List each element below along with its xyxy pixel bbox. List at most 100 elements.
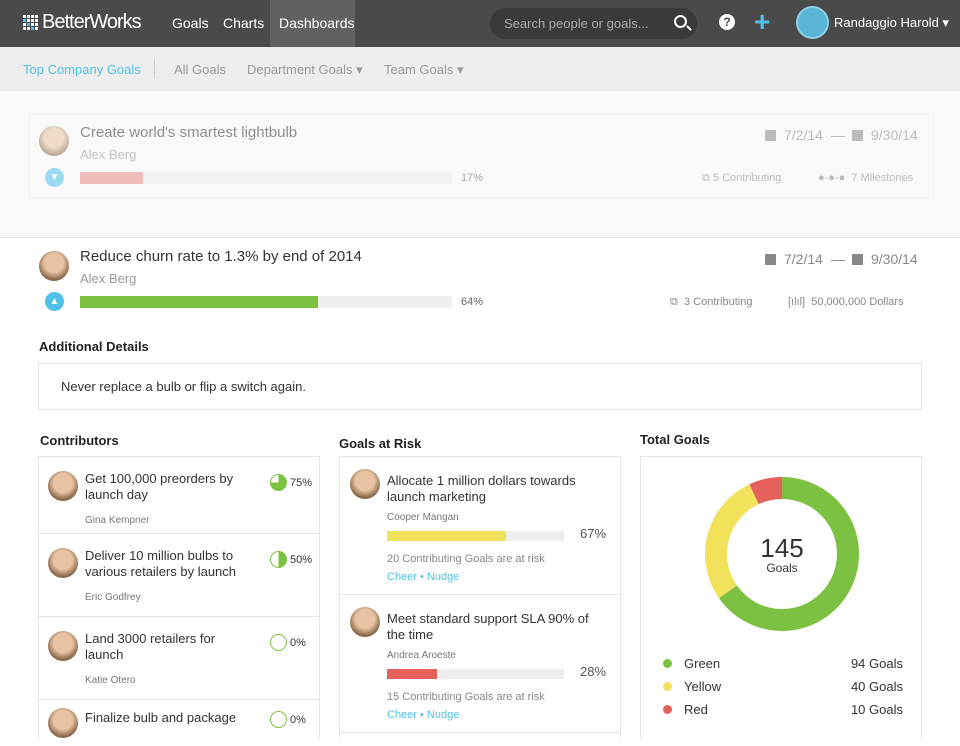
nav-goals[interactable]: Goals [163, 0, 218, 47]
progress-fill [80, 172, 144, 184]
goal-owner[interactable]: Alex Berg [80, 271, 136, 286]
contributor-name[interactable]: Gina Kempner [85, 515, 149, 526]
milestones-icon: ●-●-● [818, 172, 846, 184]
risk-progress: 28% [580, 664, 607, 679]
total-unit: Goals [766, 561, 798, 575]
avatar[interactable] [796, 6, 829, 39]
progress-fill [80, 296, 319, 308]
legend-value: 40 Goals [850, 679, 903, 694]
cheer-nudge-links[interactable]: Cheer • Nudge [387, 571, 459, 583]
risk-owner[interactable]: Andrea Aroeste [387, 650, 456, 661]
date-dash: — [831, 127, 845, 143]
progress-bar [387, 669, 564, 679]
risk-owner[interactable]: Cooper Mangan [387, 512, 459, 523]
contributor-avatar [48, 631, 78, 661]
risk-goal-title[interactable]: Meet standard support SLA 90% of the tim… [387, 611, 597, 643]
calendar-icon [852, 130, 863, 141]
goal-card[interactable]: Create world's smartest lightbulb Alex B… [29, 114, 929, 198]
contributor-progress: 50% [290, 554, 313, 566]
contributors-heading: Contributors [40, 433, 119, 448]
contributor-goal-title[interactable]: Get 100,000 preorders by launch day [85, 471, 245, 503]
risk-heading: Goals at Risk [339, 436, 422, 451]
donut-slice-red [749, 477, 783, 505]
calendar-icon [765, 130, 776, 141]
collapsed-goal-section: Create world's smartest lightbulb Alex B… [0, 91, 960, 238]
legend-item: Yellow 40 Goals [663, 679, 903, 694]
contributor-item[interactable]: Get 100,000 preorders by launch day Gina… [39, 457, 319, 534]
details-text: Never replace a bulb or flip a switch ag… [38, 363, 922, 410]
legend-value: 10 Goals [850, 702, 903, 717]
goal-owner[interactable]: Alex Berg [80, 147, 136, 162]
user-menu[interactable]: Randaggio Harold ▾ [834, 15, 949, 31]
progress-label: 17% [461, 172, 484, 184]
chevron-up-icon[interactable]: ▲ [45, 292, 64, 311]
legend-label: Green [684, 656, 721, 671]
calendar-icon [852, 254, 863, 265]
progress-fill [387, 531, 506, 541]
betterworks-logo[interactable]: BetterWorks [23, 11, 142, 34]
contributing[interactable]: ⧉ 3 Contributing [670, 296, 752, 309]
contributor-avatar [48, 708, 78, 738]
contributor-goal-title[interactable]: Deliver 10 million bulbs to various reta… [85, 548, 245, 580]
owner-avatar [39, 251, 69, 281]
milestones[interactable]: ●-●-● 7 Milestones [818, 172, 913, 184]
legend-label: Yellow [684, 679, 722, 694]
owner-avatar [350, 607, 380, 637]
tab-department-goals[interactable]: Department Goals ▾ [247, 62, 363, 78]
contributors-list: Get 100,000 preorders by launch day Gina… [38, 456, 320, 738]
owner-avatar [350, 469, 380, 499]
contributing[interactable]: ⧉ 5 Contributing [702, 172, 781, 185]
progress-pie-icon [270, 711, 287, 728]
progress-fill [387, 669, 437, 679]
contributor-progress: 0% [290, 714, 306, 726]
details-heading: Additional Details [39, 339, 149, 354]
owner-avatar [39, 126, 69, 156]
progress-pie-icon [270, 634, 287, 651]
contributor-avatar [48, 471, 78, 501]
progress-bar [80, 172, 452, 184]
legend-item: Red 10 Goals [663, 702, 903, 717]
tab-team-goals[interactable]: Team Goals ▾ [384, 62, 464, 78]
nav-charts[interactable]: Charts [214, 0, 273, 47]
sub-navbar: Top Company Goals All Goals Department G… [0, 47, 960, 91]
progress-bar [80, 296, 452, 308]
add-icon[interactable]: + [754, 6, 770, 38]
total-count: 145 [760, 533, 804, 563]
progress-pie-icon [270, 551, 287, 568]
risk-item[interactable]: Allocate 1 million dollars towards launc… [340, 457, 620, 595]
goal-title[interactable]: Reduce churn rate to 1.3% by end of 2014 [80, 248, 362, 265]
contributor-name[interactable]: Katie Otero [85, 675, 136, 686]
legend-dot-icon [663, 682, 672, 691]
nav-dashboards[interactable]: Dashboards [270, 0, 355, 47]
top-navbar: BetterWorks Goals Charts Dashboards Sear… [0, 0, 960, 47]
brand-name: BetterWorks [42, 11, 142, 33]
search-input[interactable]: Search people or goals... [490, 8, 697, 39]
contributor-goal-title[interactable]: Finalize bulb and package [85, 710, 245, 726]
tab-all-goals[interactable]: All Goals [174, 62, 226, 77]
logo-grid-icon [23, 15, 38, 30]
date-dash: — [831, 251, 845, 267]
contributor-goal-title[interactable]: Land 3000 retailers for launch [85, 631, 245, 663]
tab-top-company-goals[interactable]: Top Company Goals [23, 62, 141, 77]
legend-dot-icon [663, 659, 672, 668]
chevron-down-icon[interactable]: ▼ [45, 168, 64, 187]
risk-item[interactable]: Meet standard support SLA 90% of the tim… [340, 595, 620, 733]
search-placeholder: Search people or goals... [504, 16, 649, 31]
help-icon[interactable]: ? [719, 14, 735, 30]
cheer-nudge-links[interactable]: Cheer • Nudge [387, 709, 459, 721]
goal-title[interactable]: Create world's smartest lightbulb [80, 124, 297, 141]
progress-bar [387, 531, 564, 541]
risk-goal-title[interactable]: Allocate 1 million dollars towards launc… [387, 473, 597, 505]
goals-at-risk-list: Allocate 1 million dollars towards launc… [339, 456, 621, 738]
search-icon[interactable] [674, 15, 687, 28]
contributor-avatar [48, 548, 78, 578]
contributor-item[interactable]: Deliver 10 million bulbs to various reta… [39, 534, 319, 617]
contributor-name[interactable]: Eric Godfrey [85, 592, 141, 603]
contributor-item[interactable]: Finalize bulb and package 0% [39, 700, 319, 738]
contributor-item[interactable]: Land 3000 retailers for launch Katie Ote… [39, 617, 319, 700]
contributor-progress: 75% [290, 477, 313, 489]
contributor-progress: 0% [290, 637, 306, 649]
bar-chart-icon: [ılıl] [788, 296, 806, 308]
legend-item: Green 94 Goals [663, 656, 903, 671]
end-date: 9/30/14 [852, 127, 918, 143]
